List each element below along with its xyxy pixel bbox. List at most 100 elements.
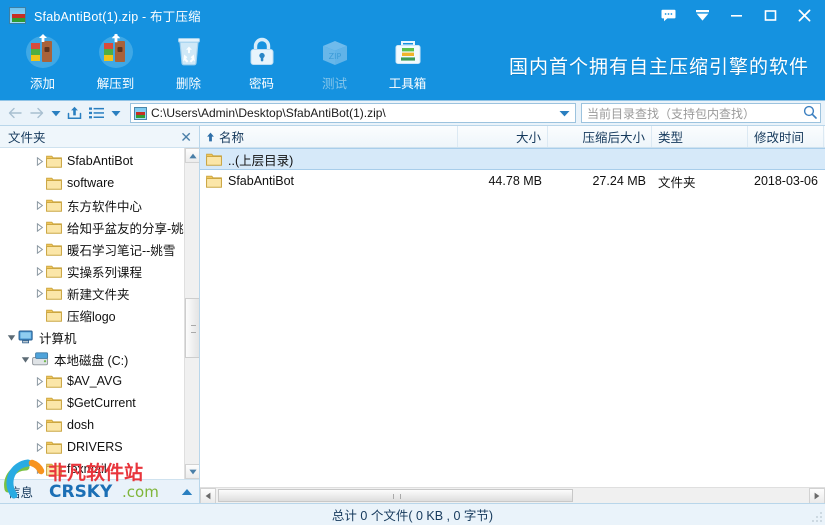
extract-to-icon	[96, 33, 136, 71]
tree-expander-collapsed[interactable]	[32, 156, 46, 166]
navigation-bar: C:\Users\Admin\Desktop\SfabAntiBot(1).zi…	[0, 100, 825, 126]
history-dropdown-icon[interactable]	[48, 103, 63, 124]
view-dropdown-icon[interactable]	[108, 103, 123, 124]
password-button[interactable]: 密码	[225, 30, 298, 94]
hscroll-thumb[interactable]	[218, 488, 573, 502]
horizontal-scrollbar[interactable]	[200, 487, 825, 504]
tree-expander-collapsed[interactable]	[32, 398, 46, 408]
tree-item[interactable]: $GetCurrent	[0, 392, 199, 414]
column-header[interactable]: 名称	[200, 126, 458, 147]
computer-icon	[18, 330, 34, 344]
tree-expander-open[interactable]	[18, 355, 32, 364]
folder-tree[interactable]: SfabAntiBot software 东方软件中心给知乎盆友的分享-姚雪暖石学习…	[0, 148, 199, 479]
add-button-label: 添加	[29, 77, 55, 91]
close-icon[interactable]	[787, 0, 821, 30]
extract-to-button[interactable]: 解压到	[79, 30, 152, 94]
scroll-right-arrow[interactable]	[809, 487, 825, 504]
address-bar[interactable]: C:\Users\Admin\Desktop\SfabAntiBot(1).zi…	[130, 103, 576, 123]
address-dropdown-icon[interactable]	[556, 106, 573, 120]
sidebar-scroll-thumb[interactable]	[185, 298, 199, 358]
tree-item[interactable]: 压缩logo	[0, 304, 199, 326]
file-rows[interactable]: ..(上层目录) SfabAntiBot 44.78 MB 27.24 MB 文件夹 20…	[200, 148, 825, 487]
tree-item[interactable]: 计算机	[0, 326, 199, 348]
sidebar-title: 文件夹	[8, 131, 46, 145]
tree-item-label: 本地磁盘 (C:)	[54, 353, 129, 368]
add-button[interactable]: 添加	[6, 30, 79, 94]
tree-item[interactable]: dosh	[0, 414, 199, 436]
tree-expander-collapsed[interactable]	[32, 244, 46, 254]
forward-arrow-icon[interactable]	[26, 103, 47, 124]
scroll-up-arrow[interactable]	[185, 148, 199, 163]
delete-button-label: 删除	[175, 77, 201, 91]
table-row[interactable]: ..(上层目录)	[200, 148, 825, 170]
table-cell-modified: 2018-03-06	[748, 170, 824, 192]
minimize-icon[interactable]	[719, 0, 753, 30]
table-cell-type: 文件夹	[652, 170, 748, 192]
tree-item-label: 给知乎盆友的分享-姚雪	[67, 221, 195, 236]
folder-icon	[46, 440, 62, 454]
tree-expander-collapsed[interactable]	[32, 420, 46, 430]
tree-expander-collapsed[interactable]	[32, 266, 46, 276]
tree-item[interactable]: DRIVERS	[0, 436, 199, 458]
tree-expander-open[interactable]	[4, 333, 18, 342]
sidebar-footer: 信息	[0, 479, 199, 503]
tree-item-label: $GetCurrent	[67, 396, 136, 410]
search-input[interactable]: 当前目录查找（支持包内查找）	[587, 105, 803, 122]
tree-item-label: 东方软件中心	[67, 199, 143, 214]
tree-item-label: 实操系列课程	[67, 265, 143, 280]
collapse-up-icon[interactable]	[179, 485, 195, 499]
tree-item[interactable]: 暖石学习笔记--姚雪	[0, 238, 199, 260]
close-panel-icon[interactable]: ✕	[178, 130, 194, 144]
tree-item[interactable]: SfabAntiBot	[0, 150, 199, 172]
delete-button[interactable]: 删除	[152, 30, 225, 94]
tree-item[interactable]: 给知乎盆友的分享-姚雪	[0, 216, 199, 238]
folder-icon	[46, 242, 62, 256]
cell-text: 44.78 MB	[488, 174, 542, 188]
scroll-down-arrow[interactable]	[185, 464, 199, 479]
tree-expander-collapsed[interactable]	[32, 200, 46, 210]
toolbox-button[interactable]: 工具箱	[371, 30, 444, 94]
tree-item[interactable]: foxmail	[0, 458, 199, 479]
tree-item-label: SfabAntiBot	[67, 154, 134, 168]
list-view-icon[interactable]	[86, 103, 107, 124]
search-box[interactable]: 当前目录查找（支持包内查找）	[581, 103, 821, 123]
tree-item[interactable]: 新建文件夹	[0, 282, 199, 304]
tree-item-label: 计算机	[39, 331, 77, 346]
table-row[interactable]: SfabAntiBot 44.78 MB 27.24 MB 文件夹 2018-03-06	[200, 170, 825, 192]
tree-item[interactable]: $AV_AVG	[0, 370, 199, 392]
sidebar-scrollbar[interactable]	[184, 148, 199, 479]
cell-text: 文件夹	[658, 175, 696, 190]
application-window: SfabAntiBot(1).zip - 布丁压缩 添加 解压到 删除 密码 Z…	[0, 0, 825, 525]
folder-sidebar: 文件夹 ✕ SfabAntiBot software 东方软件中心给知乎盆友的分享-…	[0, 126, 200, 503]
folder-icon	[46, 176, 62, 190]
feedback-icon[interactable]	[651, 0, 685, 30]
tree-expander-collapsed[interactable]	[32, 288, 46, 298]
test-button[interactable]: ZIP 测试	[298, 30, 371, 94]
column-header[interactable]: 修改时间	[748, 126, 824, 147]
title-bar: SfabAntiBot(1).zip - 布丁压缩	[0, 0, 825, 30]
hscroll-track[interactable]	[216, 488, 809, 504]
maximize-icon[interactable]	[753, 0, 787, 30]
tree-expander-collapsed[interactable]	[32, 464, 46, 474]
tree-item[interactable]: 东方软件中心	[0, 194, 199, 216]
column-header-label: 修改时间	[754, 131, 805, 145]
window-controls	[651, 0, 821, 30]
menu-dropdown-icon[interactable]	[685, 0, 719, 30]
up-share-icon[interactable]	[64, 103, 85, 124]
tree-item[interactable]: 实操系列课程	[0, 260, 199, 282]
back-arrow-icon[interactable]	[4, 103, 25, 124]
column-header[interactable]: 大小	[458, 126, 548, 147]
tree-item[interactable]: 本地磁盘 (C:)	[0, 348, 199, 370]
scroll-left-arrow[interactable]	[200, 487, 216, 504]
column-header[interactable]: 类型	[652, 126, 748, 147]
sort-ascending-icon	[206, 132, 215, 142]
search-icon[interactable]	[803, 105, 817, 122]
tree-expander-collapsed[interactable]	[32, 222, 46, 232]
column-header[interactable]: 压缩后大小	[548, 126, 652, 147]
tree-item[interactable]: software	[0, 172, 199, 194]
resize-grip-icon[interactable]	[811, 511, 823, 523]
folder-icon	[46, 264, 62, 278]
tree-expander-collapsed[interactable]	[32, 376, 46, 386]
tree-expander-collapsed[interactable]	[32, 442, 46, 452]
column-header-label: 名称	[219, 131, 245, 145]
